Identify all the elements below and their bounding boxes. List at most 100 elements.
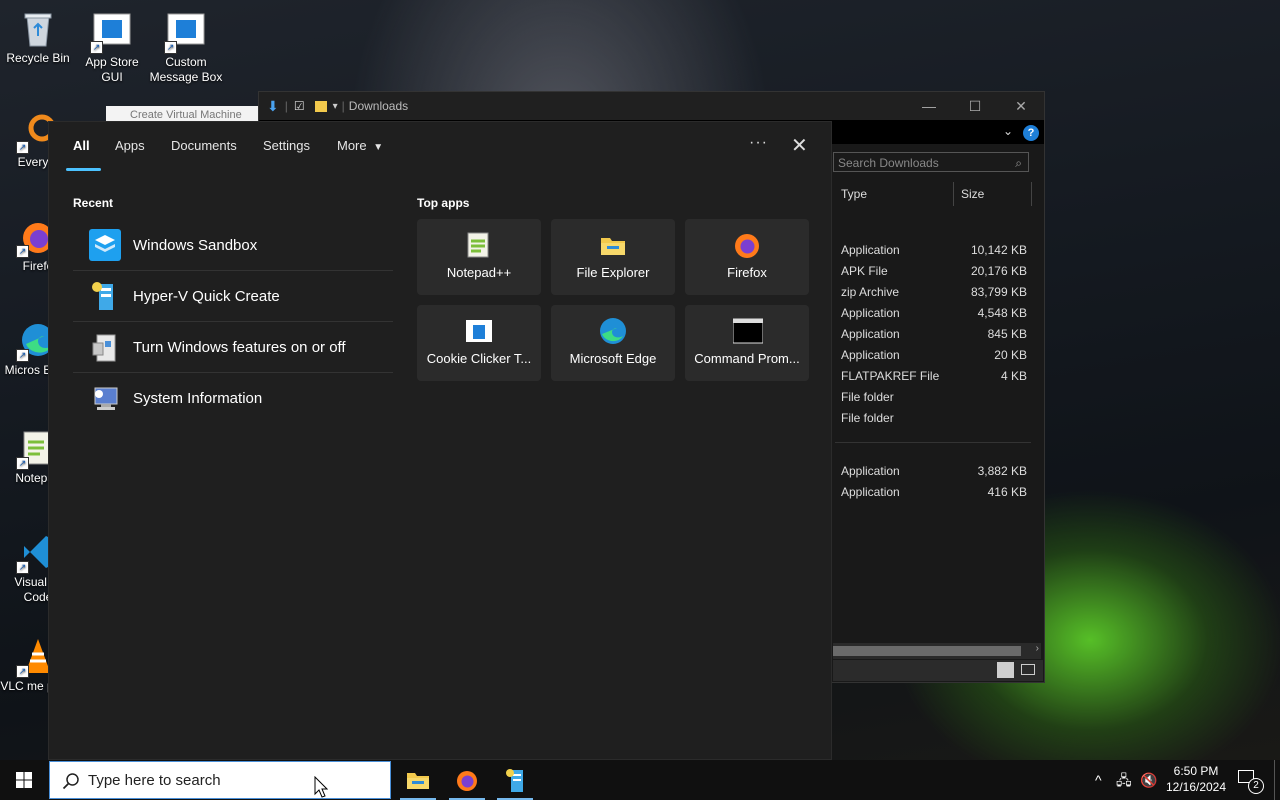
show-hidden-icons-chevron-icon[interactable]: ^: [1095, 760, 1102, 800]
clock-time: 6:50 PM: [1173, 764, 1219, 778]
file-type: Application: [841, 327, 900, 341]
details-view-icon[interactable]: [997, 662, 1014, 678]
shortcut-arrow-icon: ↗: [164, 41, 177, 54]
file-row[interactable]: File folder: [841, 387, 1031, 408]
explorer-search-input[interactable]: Search Downloads ⌕: [833, 152, 1029, 172]
recent-item-label: Windows Sandbox: [133, 236, 258, 254]
shortcut-arrow-icon: ↗: [16, 141, 29, 154]
maximize-icon[interactable]: ☐: [952, 98, 998, 115]
tab-settings[interactable]: Settings: [263, 138, 310, 153]
file-row[interactable]: File folder: [841, 408, 1031, 429]
scroll-right-arrow-icon[interactable]: ›: [1036, 643, 1039, 654]
search-panel: All Apps Documents Settings More ▼ ··· ✕…: [48, 121, 832, 760]
action-center-button[interactable]: 2: [1234, 760, 1264, 800]
file-size: 4 KB: [1000, 369, 1027, 383]
properties-check-icon[interactable]: ☑: [294, 99, 305, 113]
recent-item-label: System Information: [133, 389, 263, 407]
horizontal-scrollbar[interactable]: ›: [833, 643, 1041, 659]
top-app-notepadpp[interactable]: Notepad++: [417, 219, 541, 295]
column-divider[interactable]: [1031, 182, 1032, 206]
desktop-icon-app-store-gui[interactable]: ↗ App Store GUI: [74, 12, 150, 85]
file-row[interactable]: zip Archive 83,799 KB: [841, 282, 1031, 303]
volume-muted-icon[interactable]: 🔇: [1140, 760, 1157, 800]
file-size: 416 KB: [987, 485, 1027, 499]
file-size: 20 KB: [994, 348, 1027, 362]
file-size: 83,799 KB: [970, 285, 1027, 299]
more-options-icon[interactable]: ···: [749, 134, 768, 152]
file-size: 10,142 KB: [970, 243, 1027, 257]
show-desktop-button[interactable]: [1274, 760, 1280, 800]
start-button[interactable]: [0, 760, 48, 800]
tab-documents[interactable]: Documents: [171, 138, 237, 153]
hyperv-icon: [89, 280, 121, 312]
top-app-firefox[interactable]: Firefox: [685, 219, 809, 295]
tab-apps[interactable]: Apps: [115, 138, 145, 153]
desktop-icon-custom-message-box[interactable]: ↗ Custom Message Box: [148, 12, 224, 85]
file-type: Application: [841, 306, 900, 320]
file-type: Application: [841, 464, 900, 478]
column-header-type[interactable]: Type: [841, 187, 867, 201]
explorer-title: Downloads: [348, 99, 409, 113]
column-divider[interactable]: [953, 182, 954, 206]
top-app-label: File Explorer: [576, 265, 650, 280]
taskbar-search-input[interactable]: Type here to search: [49, 761, 391, 799]
minimize-icon[interactable]: —: [906, 98, 952, 114]
file-row[interactable]: FLATPAKREF File 4 KB: [841, 366, 1031, 387]
windows-logo-icon: [16, 772, 32, 788]
taskbar-firefox[interactable]: [443, 760, 491, 800]
tab-more[interactable]: More ▼: [337, 138, 383, 153]
top-app-file-explorer[interactable]: File Explorer: [551, 219, 675, 295]
search-icon: ⌕: [1015, 156, 1022, 170]
file-row[interactable]: Application 4,548 KB: [841, 303, 1031, 324]
file-size: 20,176 KB: [970, 264, 1027, 278]
app-window-icon: ↗: [164, 12, 206, 54]
explorer-column-headers: Type Size: [833, 182, 1033, 206]
shortcut-arrow-icon: ↗: [90, 41, 103, 54]
desktop-icon-label: App Store GUI: [85, 55, 139, 84]
network-icon[interactable]: 🖧: [1116, 760, 1132, 800]
file-row[interactable]: Application 416 KB: [841, 482, 1031, 503]
separator: |: [284, 99, 288, 113]
file-row[interactable]: Application 845 KB: [841, 324, 1031, 345]
notepadpp-icon: [465, 231, 493, 259]
scrollbar-thumb[interactable]: [833, 646, 1021, 656]
recent-item-windows-features[interactable]: Turn Windows features on or off: [73, 322, 393, 373]
recent-item-windows-sandbox[interactable]: Windows Sandbox: [73, 220, 393, 271]
mouse-cursor-icon: [314, 776, 328, 798]
close-icon[interactable]: ✕: [998, 98, 1044, 115]
column-header-size[interactable]: Size: [961, 187, 984, 201]
taskbar-hyperv[interactable]: [491, 760, 539, 800]
search-icon: [62, 773, 79, 790]
explorer-titlebar[interactable]: ⬇ | ☑ ▾ | Downloads — ☐ ✕: [259, 92, 1044, 120]
file-row[interactable]: Application 3,882 KB: [841, 461, 1031, 482]
new-folder-icon[interactable]: [314, 100, 327, 112]
file-row[interactable]: Application 20 KB: [841, 345, 1031, 366]
recent-item-hyperv-quick-create[interactable]: Hyper-V Quick Create: [73, 271, 393, 322]
top-app-cookie-clicker[interactable]: Cookie Clicker T...: [417, 305, 541, 381]
large-icons-view-icon[interactable]: [1021, 664, 1035, 675]
top-app-command-prompt[interactable]: Command Prom...: [685, 305, 809, 381]
system-info-icon: [89, 382, 121, 414]
taskbar-file-explorer[interactable]: [394, 760, 442, 800]
chevron-down-icon[interactable]: ▾: [333, 101, 338, 112]
taskbar: Type here to search ^ 🖧 🔇 6:50 PM 12/16/…: [0, 760, 1280, 800]
ribbon-expand-chevron-icon[interactable]: ⌄: [1003, 124, 1013, 138]
clock[interactable]: 6:50 PM 12/16/2024: [1164, 760, 1228, 800]
shortcut-arrow-icon: ↗: [16, 457, 29, 470]
file-row[interactable]: APK File 20,176 KB: [841, 261, 1031, 282]
recent-heading: Recent: [73, 196, 114, 210]
file-size: 3,882 KB: [977, 464, 1027, 478]
file-row[interactable]: Application 10,142 KB: [841, 240, 1031, 261]
top-app-microsoft-edge[interactable]: Microsoft Edge: [551, 305, 675, 381]
close-icon[interactable]: ✕: [791, 133, 808, 158]
help-icon[interactable]: ?: [1023, 125, 1039, 141]
sandbox-icon: [89, 229, 121, 261]
caret-down-icon: ▼: [373, 142, 384, 153]
hyperv-icon: [506, 769, 523, 792]
recent-item-system-information[interactable]: System Information: [73, 373, 393, 423]
app-window-icon: ↗: [90, 12, 132, 54]
tab-all[interactable]: All: [73, 138, 90, 153]
edge-icon: [599, 317, 627, 345]
desktop-icon-recycle-bin[interactable]: Recycle Bin: [0, 8, 76, 66]
download-arrow-icon: ⬇: [267, 97, 279, 114]
